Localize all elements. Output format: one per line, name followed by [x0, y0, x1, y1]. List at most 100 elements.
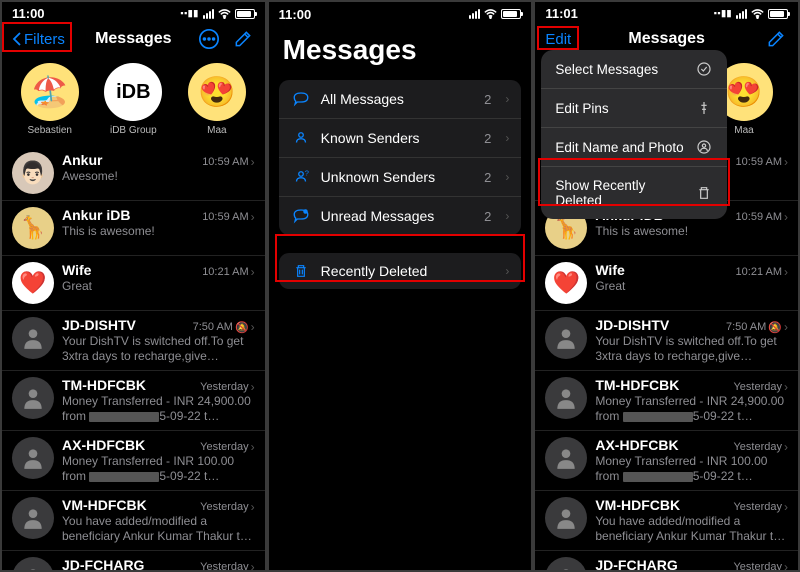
thread-name: VM-HDFCBK [62, 497, 147, 513]
more-button[interactable] [197, 27, 221, 51]
menu-item-edit-name-and-photo[interactable]: Edit Name and Photo [541, 127, 727, 166]
wifi-icon [484, 9, 497, 19]
filter-row-unread-messages[interactable]: Unread Messages2› [279, 196, 522, 235]
chat-icon [291, 90, 311, 108]
thread-time: 10:59 AM › [736, 155, 788, 169]
thread-row[interactable]: 👨🏻Ankur10:59 AM ›Awesome! [2, 146, 265, 200]
thread-name: JD-DISHTV [595, 317, 669, 333]
wifi-icon [218, 9, 231, 19]
thread-row[interactable]: JD-FCHARGYesterday ›Hi Ankur, Rs.1000.00… [2, 550, 265, 570]
page-title: Messages [269, 22, 532, 80]
thread-preview: This is awesome! [62, 224, 255, 239]
thread-name: TM-HDFCBK [595, 377, 679, 393]
check-icon [695, 61, 713, 77]
thread-name: AX-HDFCBK [62, 437, 145, 453]
thread-time: 7:50 AM 🔕› [193, 320, 255, 334]
chevron-right-icon: › [251, 380, 255, 394]
thread-row[interactable]: 🦒Ankur iDB10:59 AM ›This is awesome! [2, 200, 265, 255]
trash-icon [695, 185, 713, 201]
back-filters-button[interactable]: Filters [12, 31, 65, 48]
chevron-right-icon: › [784, 210, 788, 224]
chevron-right-icon: › [784, 440, 788, 454]
pinned-conversation[interactable]: 😍Maa [181, 63, 253, 136]
thread-time: 10:21 AM › [736, 265, 788, 279]
thread-time: Yesterday › [200, 380, 255, 394]
thread-name: AX-HDFCBK [595, 437, 678, 453]
svg-text:?: ? [304, 169, 308, 178]
thread-preview: Great [62, 279, 255, 294]
filter-count: 2 [484, 131, 491, 146]
pin-icon [695, 100, 713, 116]
battery-icon [501, 9, 521, 19]
pin-label: iDB Group [110, 125, 157, 136]
filter-row-known-senders[interactable]: Known Senders2› [279, 118, 522, 157]
person-icon [695, 139, 713, 155]
pinned-row: 🏖️SebastieniDBiDB Group😍Maa [2, 59, 265, 146]
thread-row[interactable]: ❤️Wife10:21 AM ›Great [535, 255, 798, 310]
thread-list: 👨🏻Ankur10:59 AM ›Awesome!🦒Ankur iDB10:59… [2, 146, 265, 570]
known-icon [291, 129, 311, 147]
thread-time: Yesterday › [733, 440, 788, 454]
compose-button[interactable] [231, 27, 255, 51]
chevron-left-icon [12, 31, 22, 47]
pane-filters: 11:00 Messages All Messages2›Known Sende… [269, 2, 532, 570]
compose-button[interactable] [764, 27, 788, 51]
edit-button[interactable]: Edit [545, 31, 571, 48]
battery-icon [768, 9, 788, 19]
compose-icon [766, 29, 786, 49]
chevron-right-icon: › [251, 440, 255, 454]
thread-preview: Money Transferred - INR 24,900.00 from 5… [595, 394, 788, 424]
ellipsis-circle-icon [198, 28, 220, 50]
thread-name: Wife [595, 262, 624, 278]
filter-label: Unknown Senders [321, 169, 474, 185]
filter-row-all-messages[interactable]: All Messages2› [279, 80, 522, 118]
thread-row[interactable]: TM-HDFCBKYesterday ›Money Transferred - … [535, 370, 798, 430]
thread-row[interactable]: AX-HDFCBK Yesterday ›Money Transferred - … [535, 430, 798, 490]
signal-icon [736, 9, 747, 19]
pinned-conversation[interactable]: 🏖️Sebastien [14, 63, 86, 136]
unknown-icon: ? [291, 168, 311, 186]
thread-row[interactable]: JD-FCHARGYesterday ›Hi Ankur, Rs.1000.00… [535, 550, 798, 570]
thread-row[interactable]: JD-DISHTV 7:50 AM 🔕›Your DishTV is switch… [535, 310, 798, 370]
compose-icon [233, 29, 253, 49]
filter-label: Unread Messages [321, 208, 474, 224]
thread-row[interactable]: VM-HDFCBKYesterday ›You have added/modif… [2, 490, 265, 550]
thread-name: TM-HDFCBK [62, 377, 146, 393]
menu-label: Edit Pins [555, 101, 608, 116]
thread-preview: You have added/modified a beneficiary An… [595, 514, 788, 544]
thread-name: JD-DISHTV [62, 317, 136, 333]
thread-row[interactable]: TM-HDFCBKYesterday ›Money Transferred - … [2, 370, 265, 430]
thread-preview: Money Transferred - INR 100.00 from 5-09… [595, 454, 788, 484]
thread-preview: Your DishTV is switched off.To get 3xtra… [595, 334, 788, 364]
status-time: 11:00 [12, 6, 45, 21]
thread-row[interactable]: AX-HDFCBKYesterday ›Money Transferred - … [2, 430, 265, 490]
menu-item-show-recently-deleted[interactable]: Show Recently Deleted [541, 166, 727, 219]
thread-name: VM-HDFCBK [595, 497, 680, 513]
chevron-right-icon: › [505, 264, 509, 278]
filter-count: 2 [484, 92, 491, 107]
thread-name: Ankur [62, 152, 102, 168]
thread-name: Ankur iDB [62, 207, 130, 223]
thread-preview: You have added/modified a beneficiary An… [62, 514, 255, 544]
chevron-right-icon: › [784, 265, 788, 279]
menu-label: Select Messages [555, 62, 658, 77]
thread-preview: This is awesome! [595, 224, 788, 239]
thread-row[interactable]: JD-DISHTV7:50 AM 🔕›Your DishTV is switch… [2, 310, 265, 370]
trash-icon [291, 263, 311, 279]
thread-time: 7:50 AM 🔕› [726, 320, 788, 334]
menu-label: Show Recently Deleted [555, 178, 695, 208]
filter-label: Recently Deleted [321, 263, 496, 279]
menu-item-edit-pins[interactable]: Edit Pins [541, 88, 727, 127]
filter-row-recently-deleted[interactable]: Recently Deleted › [279, 253, 522, 289]
thread-preview: Great [595, 279, 788, 294]
thread-row[interactable]: ❤️Wife10:21 AM ›Great [2, 255, 265, 310]
status-bar: 11:01 ▪▪▮▮ [535, 2, 798, 21]
filter-row-unknown-senders[interactable]: ?Unknown Senders2› [279, 157, 522, 196]
menu-item-select-messages[interactable]: Select Messages [541, 50, 727, 88]
thread-time: Yesterday › [200, 440, 255, 454]
pinned-conversation[interactable]: iDBiDB Group [97, 63, 169, 136]
thread-row[interactable]: VM-HDFCBKYesterday ›You have added/modif… [535, 490, 798, 550]
thread-name: JD-FCHARG [595, 557, 677, 570]
chevron-right-icon: › [251, 210, 255, 224]
signal-icon [203, 9, 214, 19]
